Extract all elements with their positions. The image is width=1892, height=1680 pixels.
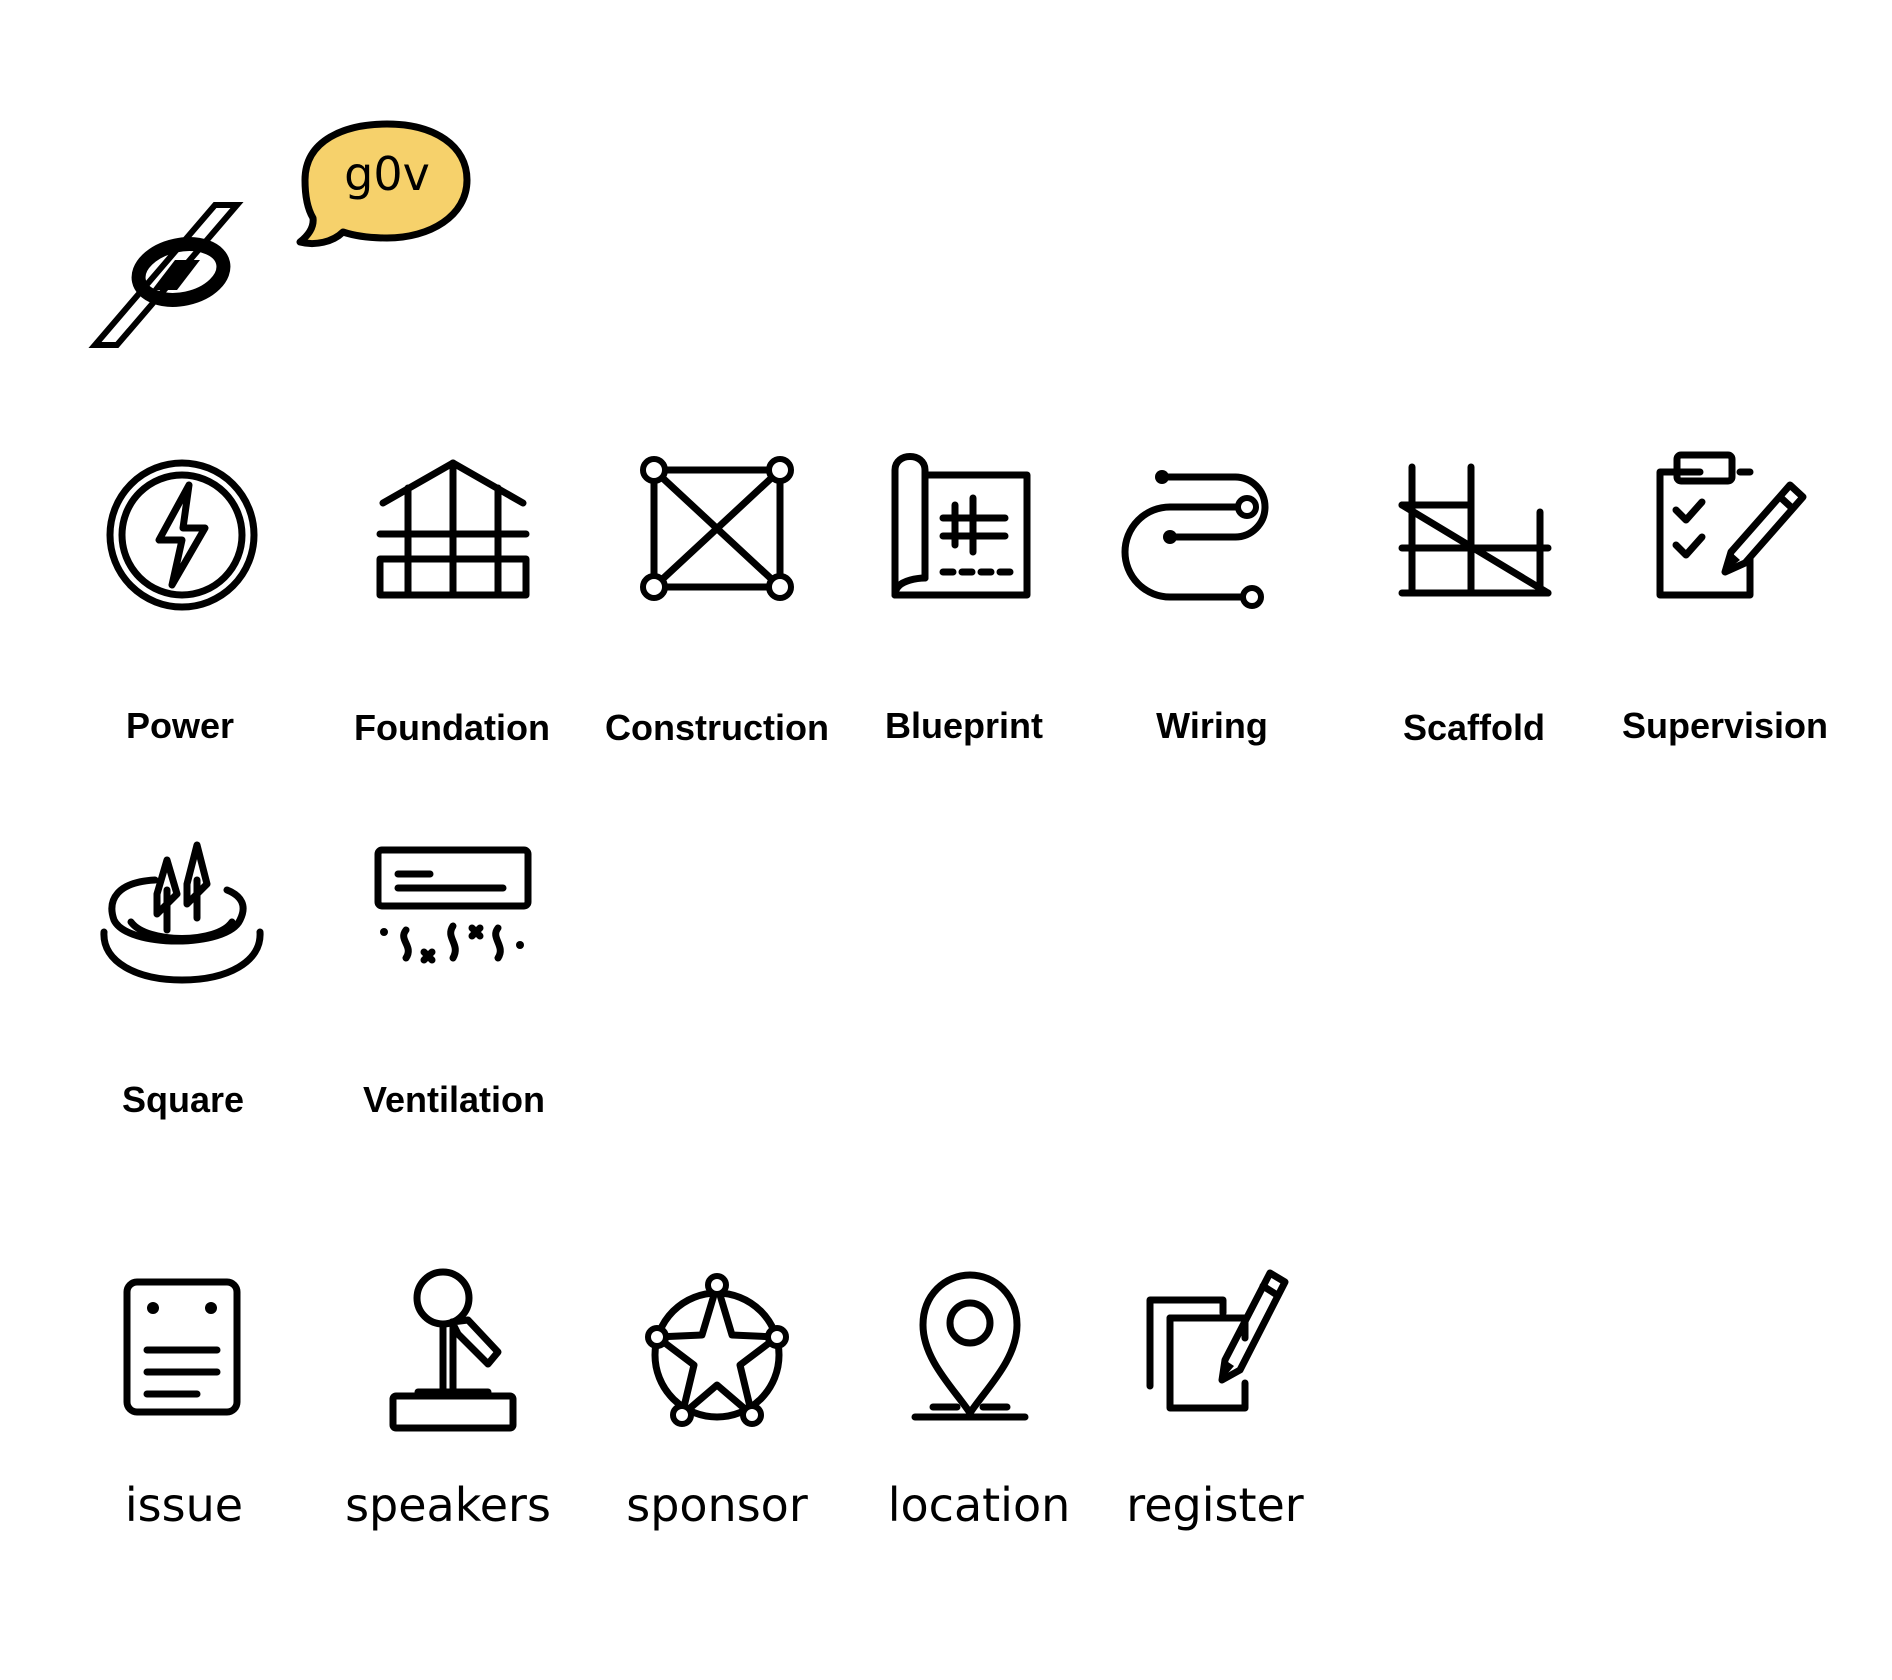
label-location: location bbox=[887, 1478, 1071, 1532]
scaffold-icon bbox=[1390, 450, 1560, 620]
logo-text: g0v bbox=[344, 147, 430, 201]
document-icon bbox=[97, 1270, 267, 1440]
foundation-icon bbox=[368, 448, 538, 618]
knot-icon bbox=[88, 202, 244, 348]
label-scaffold: Scaffold bbox=[1402, 707, 1545, 748]
ventilation-icon bbox=[368, 830, 538, 1000]
square-pond-icon bbox=[97, 830, 267, 1000]
label-supervision: Supervision bbox=[1621, 705, 1829, 746]
label-blueprint: Blueprint bbox=[885, 705, 1043, 746]
label-construction: Construction bbox=[605, 707, 829, 748]
speech-bubble: g0v bbox=[296, 120, 471, 248]
star-network-icon bbox=[632, 1265, 802, 1435]
wiring-icon bbox=[1121, 450, 1300, 620]
label-register: register bbox=[1126, 1478, 1304, 1532]
microphone-icon bbox=[368, 1260, 538, 1432]
construction-icon bbox=[632, 448, 802, 618]
label-wiring: Wiring bbox=[1156, 705, 1268, 746]
label-issue: issue bbox=[124, 1478, 244, 1532]
power-icon bbox=[97, 450, 267, 620]
label-square: Square bbox=[121, 1079, 245, 1120]
label-sponsor: sponsor bbox=[626, 1478, 808, 1532]
supervision-icon bbox=[1640, 450, 1810, 620]
label-ventilation: Ventilation bbox=[362, 1079, 546, 1120]
blueprint-icon bbox=[885, 450, 1055, 620]
map-pin-icon bbox=[885, 1265, 1055, 1435]
edit-icon bbox=[1130, 1268, 1300, 1438]
g0v-logo: g0v bbox=[88, 120, 485, 360]
label-foundation: Foundation bbox=[354, 707, 550, 748]
label-speakers: speakers bbox=[345, 1478, 551, 1532]
label-power: Power bbox=[125, 705, 235, 746]
